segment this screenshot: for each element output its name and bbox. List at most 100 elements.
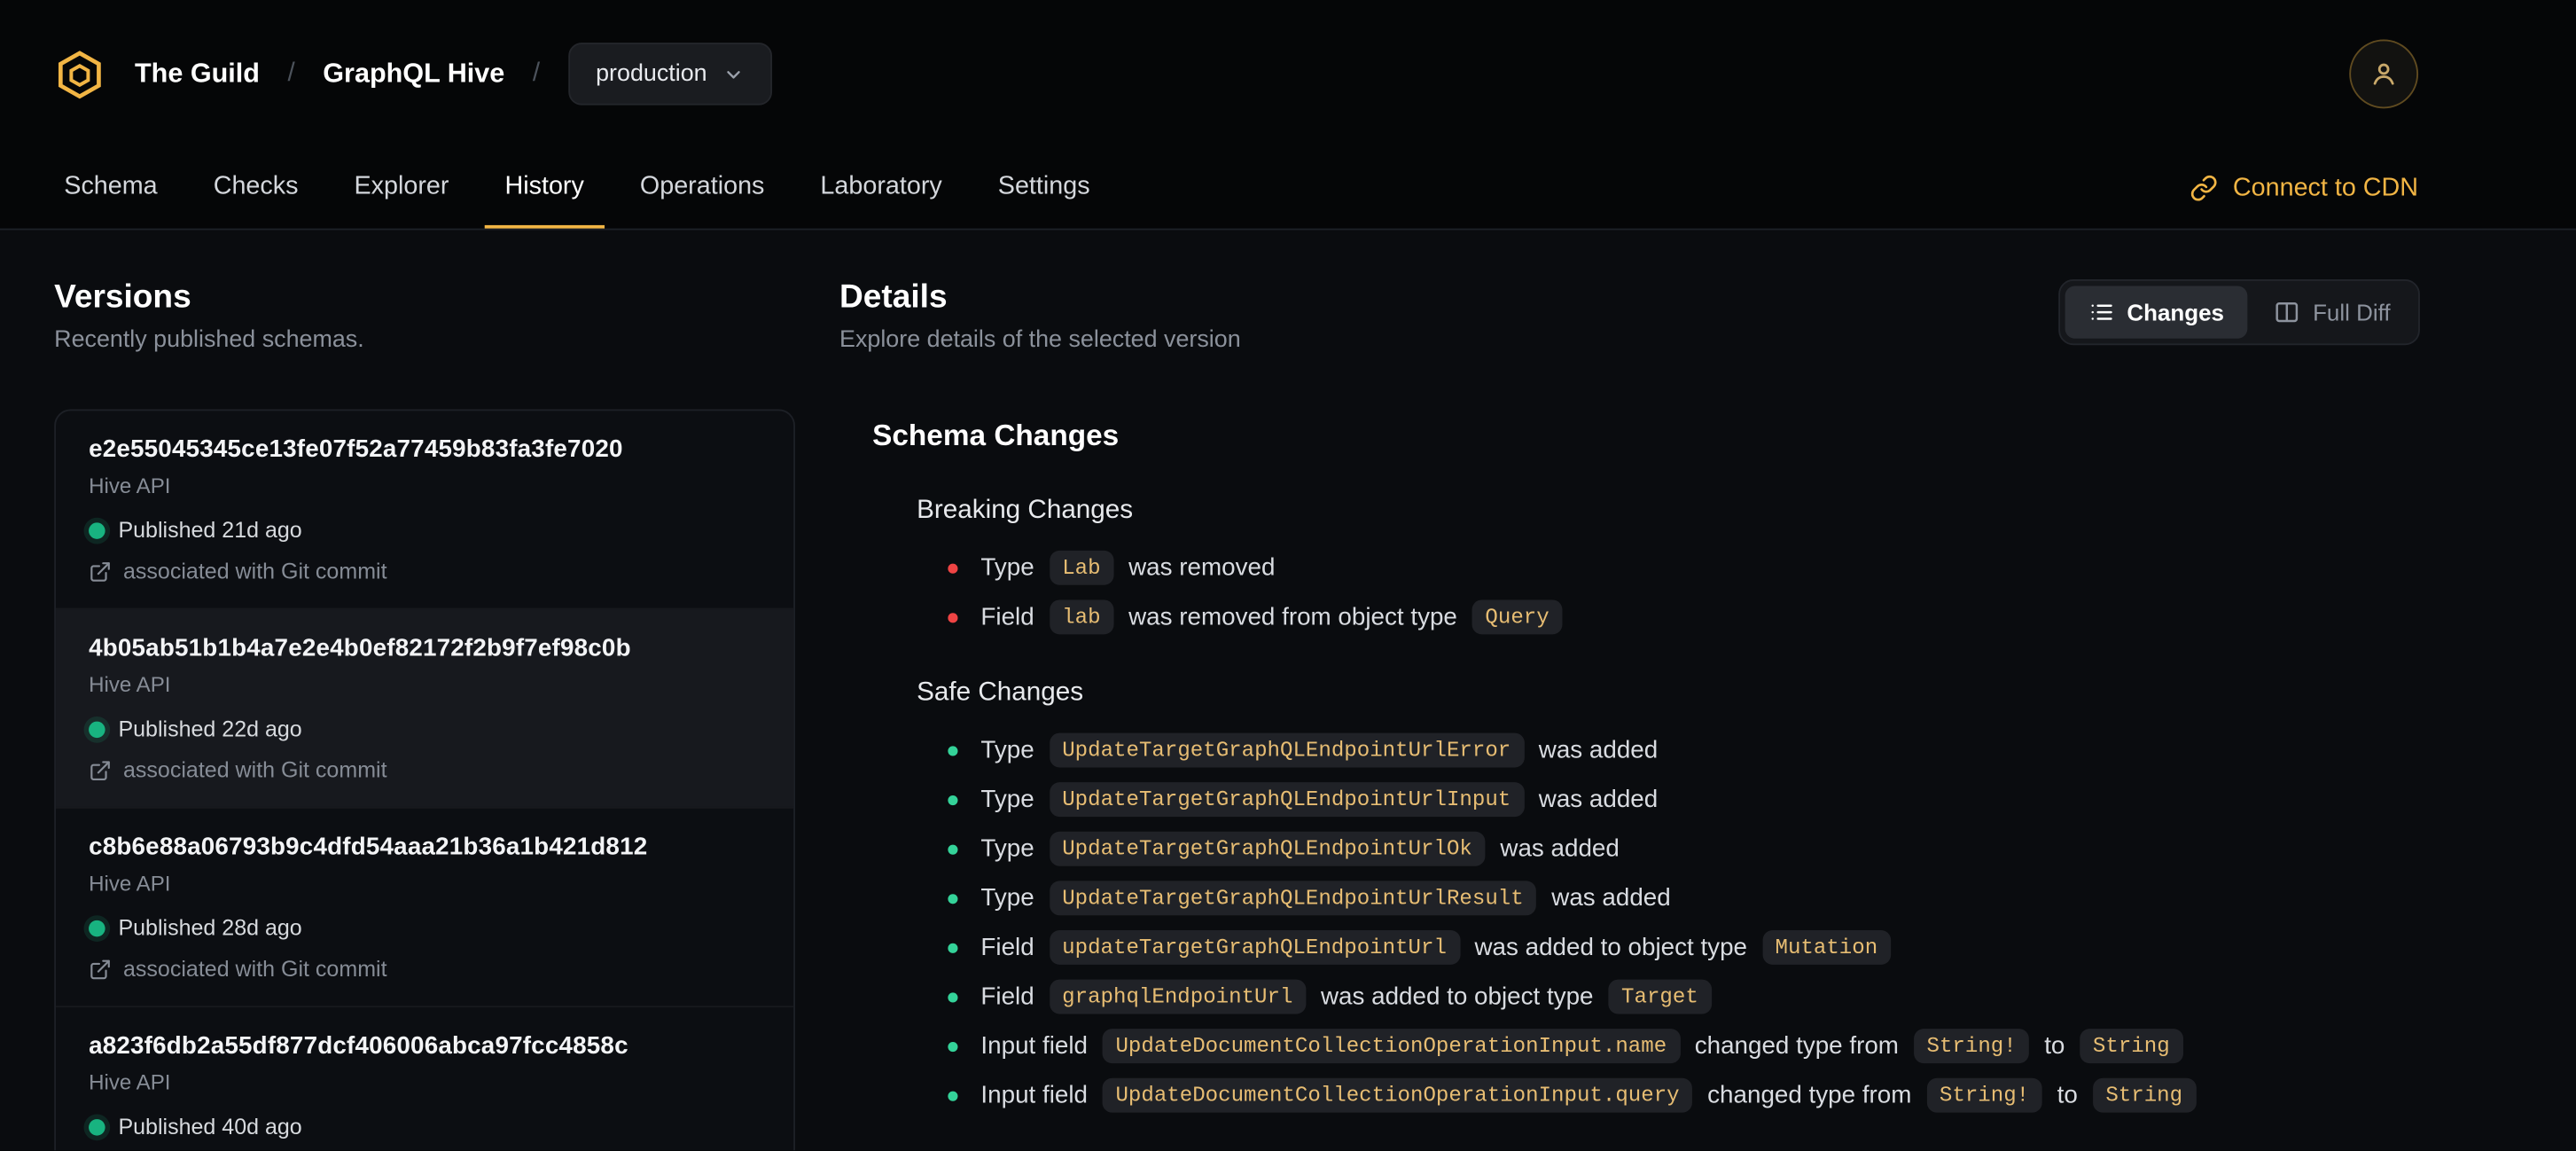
org-link[interactable]: The Guild <box>135 59 260 90</box>
list-icon <box>2088 299 2114 325</box>
external-link-icon <box>89 958 112 981</box>
tab-schema[interactable]: Schema <box>44 148 177 229</box>
version-published: Published 21d ago <box>118 517 302 543</box>
target-selector[interactable]: production <box>567 43 773 106</box>
change-text: Type <box>980 834 1034 863</box>
code-badge: String! <box>1926 1077 2042 1113</box>
code-badge: Mutation <box>1761 929 1892 965</box>
change-text: Type <box>980 785 1034 814</box>
version-published: Published 28d ago <box>118 915 302 941</box>
version-item[interactable]: 4b05ab51b1b4a7e2e4b0ef82172f2b9f7ef98c0b… <box>56 607 794 807</box>
code-badge: Query <box>1471 599 1563 635</box>
published-dot-icon <box>89 522 105 539</box>
breaking-changes-group: Breaking Changes Type Lab was removed Field… <box>872 497 2420 637</box>
bullet-icon <box>948 612 958 622</box>
version-service: Hive API <box>89 1069 171 1095</box>
user-icon <box>2368 58 2400 90</box>
bullet-icon <box>948 893 958 904</box>
change-text: Field <box>980 983 1034 1011</box>
version-item[interactable]: e2e55045345ce13fe07f52a77459b83fa3fe7020… <box>56 411 793 607</box>
published-dot-icon <box>89 721 105 739</box>
breadcrumb: The Guild / GraphQL Hive / production <box>54 43 773 106</box>
version-hash: a823f6db2a55df877dcf406006abca97fcc4858c <box>89 1031 628 1061</box>
change-text: was added to object type <box>1320 983 1594 1011</box>
schema-changes-title: Schema Changes <box>872 419 1120 452</box>
versions-title: Versions <box>54 279 191 316</box>
link-icon <box>2190 174 2219 202</box>
change-item: Field graphqlEndpointUrl was added to obje… <box>948 978 2420 1016</box>
version-git-label: associated with Git commit <box>122 956 387 982</box>
version-hash: c8b6e88a06793b9c4dfd54aaa21b36a1b421d812 <box>89 833 648 862</box>
tab-history[interactable]: History <box>485 148 605 229</box>
versions-panel: Versions Recently published schemas. e2e… <box>54 279 795 1151</box>
safe-changes-list: Type UpdateTargetGraphQLEndpointUrlError w… <box>948 732 2420 1115</box>
chevron-down-icon <box>723 63 745 84</box>
bullet-icon <box>948 942 958 952</box>
top-header: The Guild / GraphQL Hive / production <box>0 0 2576 148</box>
version-published: Published 40d ago <box>118 1114 302 1139</box>
code-badge: String <box>2080 1029 2183 1064</box>
breadcrumb-separator: / <box>532 59 541 88</box>
change-text: Type <box>980 553 1034 583</box>
connect-cdn-button[interactable]: Connect to CDN <box>2190 148 2418 229</box>
version-item[interactable]: a823f6db2a55df877dcf406006abca97fcc4858c… <box>56 1006 794 1150</box>
code-badge: String <box>2092 1077 2196 1113</box>
tab-explorer[interactable]: Explorer <box>334 148 468 229</box>
change-item: Type UpdateTargetGraphQLEndpointUrlError w… <box>948 732 2420 770</box>
hive-logo-icon[interactable] <box>54 49 105 99</box>
code-badge: updateTargetGraphQLEndpointUrl <box>1049 929 1460 965</box>
full-diff-view-label: Full Diff <box>2313 299 2391 325</box>
safe-changes-title: Safe Changes <box>917 678 1084 707</box>
versions-subtitle: Recently published schemas. <box>54 326 364 354</box>
changes-view-label: Changes <box>2127 299 2224 325</box>
change-text: Type <box>980 884 1034 912</box>
code-badge: Lab <box>1049 550 1114 585</box>
change-text: was added <box>1500 834 1620 863</box>
version-service: Hive API <box>89 871 171 897</box>
external-link-icon <box>89 560 112 583</box>
code-badge: UpdateTargetGraphQLEndpointUrlInput <box>1049 782 1525 818</box>
bullet-icon <box>948 991 958 1002</box>
tab-laboratory[interactable]: Laboratory <box>800 148 962 229</box>
split-columns-icon <box>2274 299 2300 325</box>
change-item: Field updateTargetGraphQLEndpointUrl was a… <box>948 928 2420 967</box>
connect-cdn-label: Connect to CDN <box>2232 173 2419 202</box>
change-text: was removed <box>1128 553 1276 583</box>
nav-tabs-items: Schema Checks Explorer History Operations Lab… <box>44 148 1110 229</box>
project-link[interactable]: GraphQL Hive <box>323 59 504 90</box>
version-hash: 4b05ab51b1b4a7e2e4b0ef82172f2b9f7ef98c0b <box>89 634 631 662</box>
user-menu-button[interactable] <box>2349 39 2419 109</box>
change-text: was added <box>1538 785 1659 814</box>
change-text: Field <box>980 603 1034 631</box>
change-text: was removed from object type <box>1128 603 1457 631</box>
details-panel: Details Explore details of the selected … <box>839 279 2420 1150</box>
version-service: Hive API <box>89 671 171 697</box>
change-text: was added to object type <box>1474 933 1748 962</box>
changes-view-button[interactable]: Changes <box>2064 286 2247 339</box>
breadcrumb-separator: / <box>287 59 295 88</box>
details-subtitle: Explore details of the selected version <box>839 326 1241 354</box>
full-diff-view-button[interactable]: Full Diff <box>2251 286 2414 338</box>
bullet-icon <box>948 562 958 573</box>
tab-operations[interactable]: Operations <box>621 148 785 229</box>
code-badge: UpdateTargetGraphQLEndpointUrlOk <box>1049 831 1486 866</box>
change-item: Type Lab was removed <box>948 549 2420 587</box>
published-dot-icon <box>89 1119 105 1136</box>
change-text: changed type from <box>1694 1031 1899 1061</box>
change-item: Input field UpdateDocumentCollectionOpera… <box>948 1027 2420 1065</box>
code-badge: String! <box>1913 1029 2030 1064</box>
external-link-icon <box>89 759 112 782</box>
change-text: was added <box>1538 736 1659 764</box>
version-item[interactable]: c8b6e88a06793b9c4dfd54aaa21b36a1b421d812… <box>56 806 794 1006</box>
code-badge: UpdateDocumentCollectionOperationInput.q… <box>1102 1077 1693 1113</box>
tab-settings[interactable]: Settings <box>979 148 1110 229</box>
change-text: to <box>2057 1081 2078 1109</box>
view-toggle: Changes Full Diff <box>2057 279 2420 346</box>
nav-tabs: Schema Checks Explorer History Operations Lab… <box>0 147 2576 231</box>
bullet-icon <box>948 795 958 805</box>
version-service: Hive API <box>89 473 171 498</box>
safe-changes-group: Safe Changes Type UpdateTargetGraphQLEndp… <box>872 678 2420 1114</box>
bullet-icon <box>948 1090 958 1100</box>
code-badge: lab <box>1049 599 1114 635</box>
tab-checks[interactable]: Checks <box>193 148 317 229</box>
